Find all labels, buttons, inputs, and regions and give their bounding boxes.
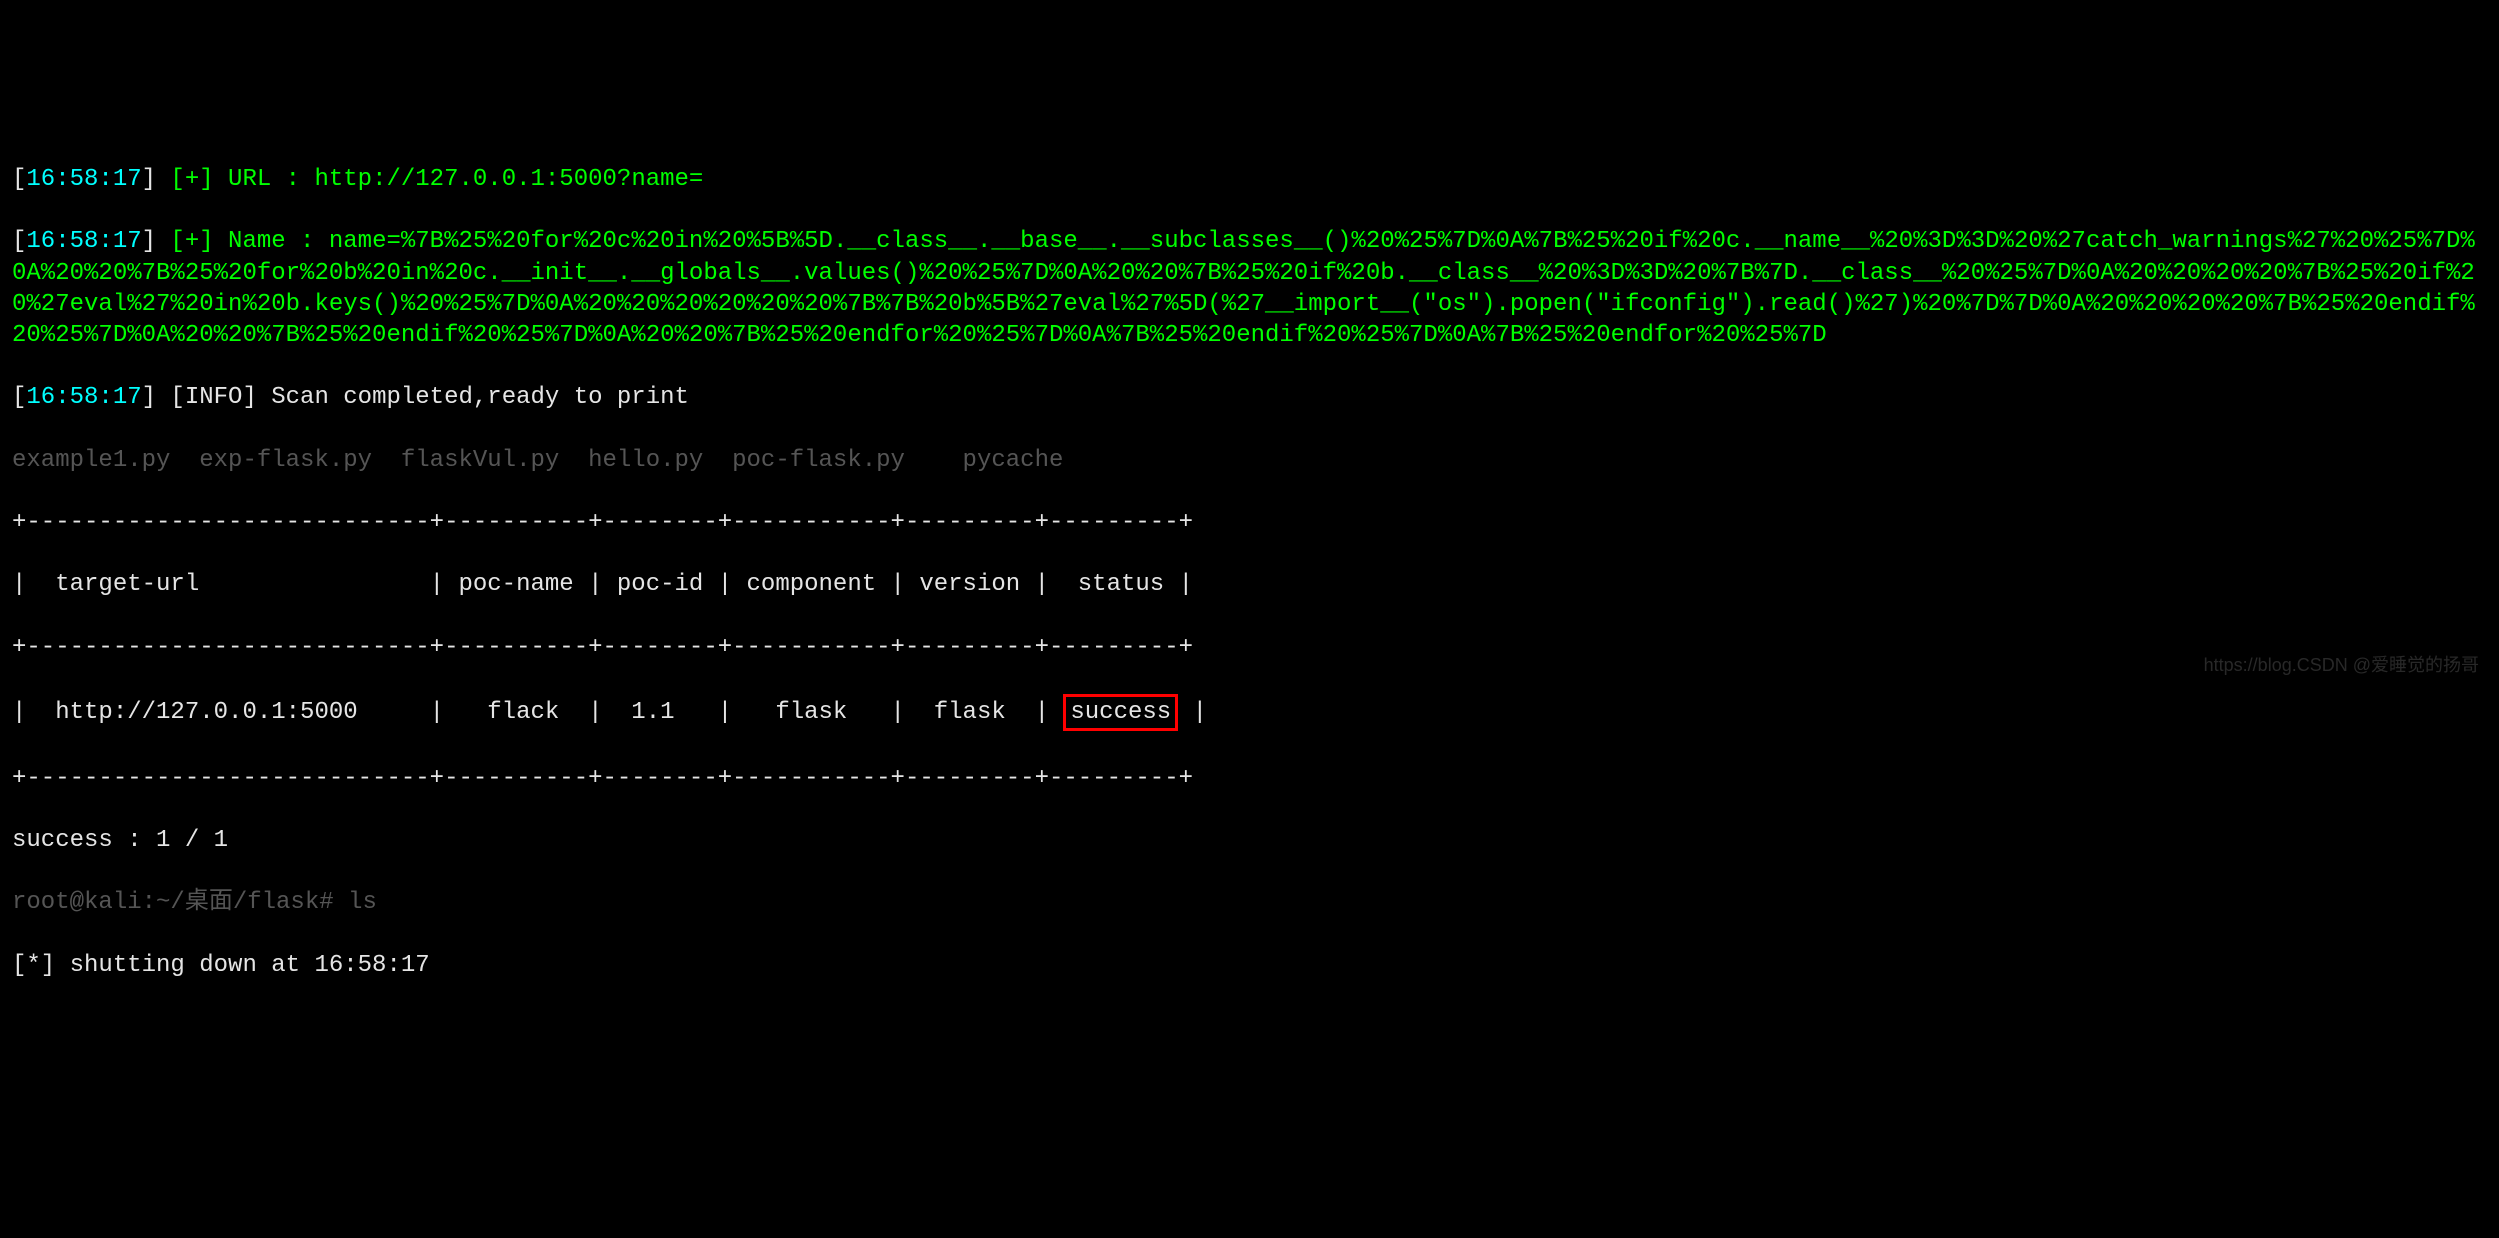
- log-text: Scan completed,ready to print: [271, 384, 689, 411]
- log-line-name: [16:58:17] [+] Name : name=%7B%25%20for%…: [12, 226, 2487, 351]
- watermark: https://blog.CSDN @爱睡觉的扬哥: [2204, 654, 2479, 677]
- timestamp: 16:58:17: [26, 166, 141, 193]
- log-text: URL : http://127.0.0.1:5000?name=: [228, 166, 703, 193]
- marker-plus: [+]: [156, 228, 228, 255]
- timestamp: 16:58:17: [26, 228, 141, 255]
- log-line-info: [16:58:17] [INFO] Scan completed,ready t…: [12, 382, 2487, 413]
- row-end: |: [1178, 699, 1207, 726]
- bg-text: example1.py exp-flask.py flaskVul.py hel…: [12, 445, 2487, 476]
- table-row: | http://127.0.0.1:5000 | flack | 1.1 | …: [12, 694, 2487, 731]
- timestamp: 16:58:17: [26, 384, 141, 411]
- marker-plus: [+]: [156, 166, 228, 193]
- table-border: +----------------------------+----------…: [12, 632, 2487, 663]
- row-cells: | http://127.0.0.1:5000 | flack | 1.1 | …: [12, 699, 1063, 726]
- table-border: +----------------------------+----------…: [12, 763, 2487, 794]
- log-payload: Name : name=%7B%25%20for%20c%20in%20%5B%…: [12, 228, 2475, 349]
- marker-info: [INFO]: [156, 384, 271, 411]
- table-border: +----------------------------+----------…: [12, 507, 2487, 538]
- bg-text: root@kali:~/桌面/flask# ls: [12, 887, 2487, 918]
- log-line-url: [16:58:17] [+] URL : http://127.0.0.1:50…: [12, 164, 2487, 195]
- shutdown-line: [*] shutting down at 16:58:17: [12, 950, 2487, 981]
- terminal-output: [16:58:17] [+] URL : http://127.0.0.1:50…: [0, 125, 2499, 1020]
- table-header: | target-url | poc-name | poc-id | compo…: [12, 569, 2487, 600]
- success-count: success : 1 / 1: [12, 825, 2487, 856]
- status-success-highlighted: success: [1063, 694, 1178, 731]
